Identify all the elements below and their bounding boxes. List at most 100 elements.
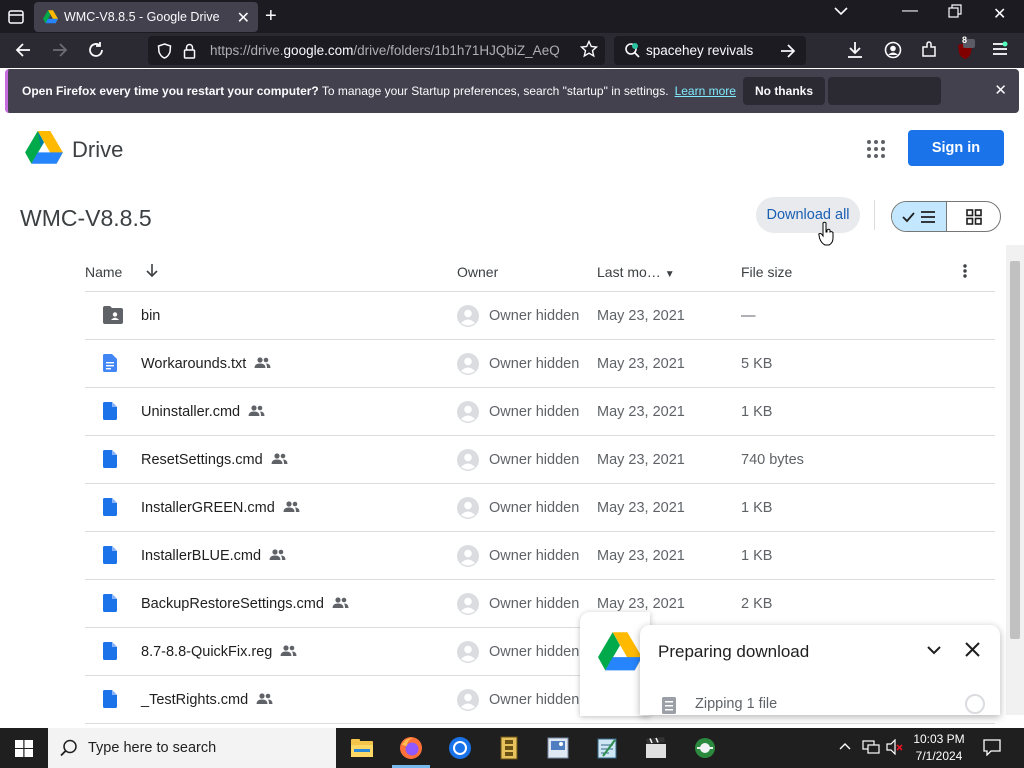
file-explorer-icon[interactable] (350, 736, 374, 760)
file-size: 5 KB (741, 356, 773, 372)
file-name[interactable]: ResetSettings.cmd (141, 452, 288, 468)
grid-view-button[interactable] (947, 202, 1000, 231)
restore-icon[interactable] (948, 4, 962, 23)
text-document-icon (103, 354, 117, 377)
search-go-icon[interactable] (780, 43, 796, 64)
more-options-icon[interactable] (963, 264, 967, 281)
divider (874, 200, 875, 230)
file-owner: Owner hidden (489, 596, 580, 612)
list-all-tabs-icon[interactable] (834, 4, 848, 23)
archive-app-icon[interactable] (497, 736, 521, 760)
taskbar-search-box[interactable]: Type here to search (48, 728, 336, 768)
forward-icon[interactable] (51, 41, 69, 64)
minimize-icon[interactable]: — (902, 2, 918, 20)
browser-app-icon[interactable] (448, 736, 472, 760)
drive-header: Drive Sign in (0, 117, 1024, 181)
file-modified: May 23, 2021 (597, 500, 685, 516)
lock-icon[interactable] (183, 43, 196, 64)
list-view-button[interactable] (892, 202, 947, 231)
start-button[interactable] (0, 728, 48, 768)
firefox-icon[interactable] (399, 736, 423, 760)
account-icon[interactable] (884, 41, 902, 64)
tab-list-icon[interactable] (6, 7, 26, 27)
file-owner: Owner hidden (489, 500, 580, 516)
download-all-button[interactable]: Download all (756, 197, 860, 233)
column-last-modified[interactable]: Last mo… ▼ (597, 264, 675, 280)
file-row[interactable]: Workarounds.txt Owner hidden May 23, 2021 5… (85, 340, 995, 388)
file-name[interactable]: _TestRights.cmd (141, 692, 273, 708)
clock-time: 10:03 PM (913, 732, 965, 746)
file-size: 1 KB (741, 548, 773, 564)
browser-tab-active[interactable]: WMC-V8.8.5 - Google Drive ✕ (34, 2, 258, 32)
google-apps-icon[interactable] (866, 139, 886, 164)
column-owner[interactable]: Owner (457, 264, 498, 280)
file-modified: May 23, 2021 (597, 404, 685, 420)
file-owner: Owner hidden (489, 308, 580, 324)
file-row[interactable]: bin Owner hidden May 23, 2021 — (85, 292, 995, 340)
file-owner: Owner hidden (489, 692, 580, 708)
shared-people-icon (256, 692, 273, 708)
network-icon[interactable] (862, 739, 880, 758)
extensions-icon[interactable] (920, 41, 938, 64)
file-name[interactable]: InstallerBLUE.cmd (141, 548, 286, 564)
file-row[interactable]: InstallerBLUE.cmd Owner hidden May 23, 202… (85, 532, 995, 580)
app-menu-icon[interactable] (992, 41, 1008, 62)
sort-arrow-icon[interactable] (145, 263, 159, 280)
file-icon (103, 594, 117, 617)
learn-more-link[interactable]: Learn more (675, 84, 736, 98)
no-thanks-button[interactable]: No thanks (743, 77, 825, 105)
file-row[interactable]: BackupRestoreSettings.cmd Owner hidden May… (85, 580, 995, 628)
column-name[interactable]: Name (85, 264, 122, 280)
system-clock[interactable]: 10:03 PM 7/1/2024 (906, 731, 972, 765)
game-app-icon[interactable] (693, 736, 717, 760)
file-name[interactable]: 8.7-8.8-QuickFix.reg (141, 644, 297, 660)
file-icon (103, 498, 117, 521)
tracking-protection-icon[interactable] (157, 43, 172, 64)
file-name[interactable]: BackupRestoreSettings.cmd (141, 596, 349, 612)
downloads-icon[interactable] (846, 41, 864, 64)
url-bar[interactable]: https://drive.google.com/drive/folders/1… (148, 36, 605, 65)
shared-people-icon (271, 452, 288, 468)
close-window-icon[interactable]: ✕ (993, 4, 1006, 24)
shared-people-icon (254, 356, 271, 372)
file-name[interactable]: Uninstaller.cmd (141, 404, 265, 420)
sign-in-button[interactable]: Sign in (908, 130, 1004, 166)
new-tab-icon[interactable]: + (265, 5, 277, 28)
video-editor-icon[interactable] (644, 736, 668, 760)
search-bar[interactable]: spacehey revivals (614, 36, 806, 65)
drive-favicon-icon (43, 10, 58, 29)
zip-file-icon (662, 697, 676, 719)
action-center-icon[interactable] (983, 738, 1001, 759)
file-name[interactable]: Workarounds.txt (141, 356, 271, 372)
image-app-icon[interactable] (546, 736, 570, 760)
drive-logo-icon[interactable] (25, 131, 63, 170)
reload-icon[interactable] (87, 41, 105, 64)
file-name[interactable]: InstallerGREEN.cmd (141, 500, 300, 516)
close-icon[interactable] (965, 642, 980, 662)
notification-close-icon[interactable]: ✕ (994, 81, 1007, 99)
show-hidden-icons-icon[interactable] (839, 739, 851, 754)
file-size: 740 bytes (741, 452, 804, 468)
notepad-app-icon[interactable] (595, 736, 619, 760)
file-row[interactable]: Uninstaller.cmd Owner hidden May 23, 2021 1… (85, 388, 995, 436)
file-row[interactable]: ResetSettings.cmd Owner hidden May 23, 202… (85, 436, 995, 484)
file-icon (103, 690, 117, 713)
file-name[interactable]: bin (141, 308, 160, 324)
file-owner: Owner hidden (489, 404, 580, 420)
scroll-thumb[interactable] (1010, 261, 1020, 639)
collapse-chevron-icon[interactable] (926, 643, 942, 661)
bookmark-star-icon[interactable] (579, 39, 599, 63)
download-panel: Preparing download Zipping 1 file (640, 625, 1000, 715)
column-file-size[interactable]: File size (741, 264, 792, 280)
volume-muted-icon[interactable] (886, 738, 904, 758)
notification-secondary-button[interactable] (828, 77, 941, 105)
drive-logo-text[interactable]: Drive (72, 137, 123, 163)
file-icon (103, 642, 117, 665)
back-icon[interactable] (14, 41, 32, 64)
url-text: https://drive.google.com/drive/folders/1… (210, 43, 560, 58)
file-row[interactable]: InstallerGREEN.cmd Owner hidden May 23, 20… (85, 484, 995, 532)
search-bar-text: spacehey revivals (646, 43, 754, 58)
file-owner: Owner hidden (489, 548, 580, 564)
scrollbar[interactable] (1006, 245, 1024, 715)
tab-close-icon[interactable]: ✕ (237, 8, 250, 28)
